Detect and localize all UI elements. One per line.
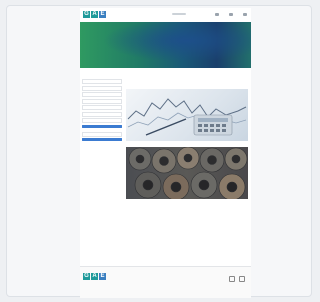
sidebar-item[interactable] <box>82 118 122 123</box>
sidebar-item[interactable] <box>82 131 122 137</box>
logo-letter: A <box>91 11 98 18</box>
logo-letter: A <box>91 273 98 280</box>
logo-letter: E <box>99 11 106 18</box>
sidebar-item[interactable] <box>82 111 122 117</box>
site-footer: G A E <box>80 266 251 298</box>
logo-letter: E <box>99 273 106 280</box>
site-header: G A E <box>80 8 251 22</box>
finance-chart-image <box>127 98 247 136</box>
header-nav <box>215 13 247 16</box>
sidebar-submit-button[interactable] <box>82 124 122 128</box>
web-page: G A E G A E <box>80 8 251 298</box>
news-image-finance[interactable] <box>126 89 248 141</box>
steel-coils-image <box>128 147 248 199</box>
sidebar-item[interactable] <box>82 92 122 97</box>
search-input[interactable] <box>172 13 186 15</box>
cart-icon[interactable] <box>229 13 233 16</box>
hero-banner <box>80 22 251 68</box>
logo-letter: G <box>83 11 90 18</box>
sidebar-item[interactable] <box>82 98 122 104</box>
news-image-steel[interactable] <box>126 147 248 199</box>
logo-letter: G <box>83 273 90 280</box>
footer-logo[interactable]: G A E <box>83 273 106 280</box>
social-icon[interactable] <box>239 276 245 282</box>
social-links <box>229 276 245 282</box>
sidebar <box>82 78 122 143</box>
social-icon[interactable] <box>229 276 235 282</box>
user-icon[interactable] <box>215 13 219 16</box>
sidebar-item[interactable] <box>82 85 122 91</box>
site-logo[interactable]: G A E <box>83 11 106 18</box>
sidebar-item[interactable] <box>82 79 122 84</box>
sidebar-action-button[interactable] <box>82 138 122 141</box>
sidebar-item[interactable] <box>82 105 122 110</box>
main-content <box>126 80 248 201</box>
menu-icon[interactable] <box>243 13 247 16</box>
